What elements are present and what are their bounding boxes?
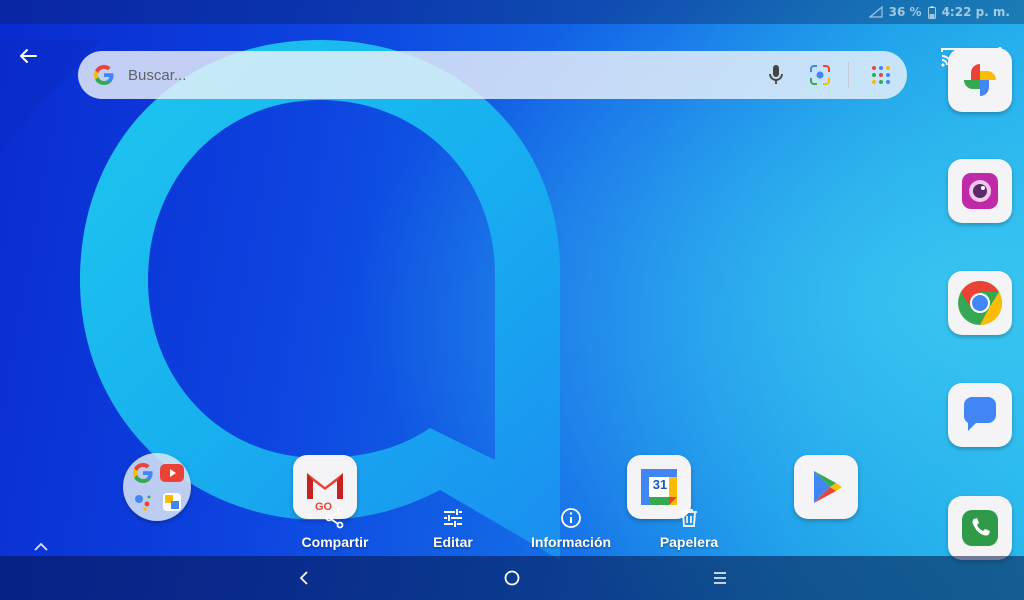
info-button[interactable]: Información <box>531 506 611 550</box>
share-icon <box>325 507 344 529</box>
apps-grid-icon[interactable] <box>869 63 893 87</box>
trash-icon <box>681 509 697 527</box>
app-folder[interactable] <box>123 453 191 521</box>
camera-icon <box>962 173 998 209</box>
trash-button[interactable]: Papelera <box>659 506 719 550</box>
home-circle-icon <box>504 570 520 586</box>
app-play-store[interactable] <box>794 455 858 519</box>
info-label: Información <box>530 534 612 550</box>
messages-icon <box>963 397 996 431</box>
play-store-icon <box>814 471 842 503</box>
folder-google-icon <box>129 459 156 486</box>
nav-recents-button[interactable] <box>708 568 732 588</box>
trash-label: Papelera <box>659 534 719 550</box>
folder-assistant-icon <box>129 488 156 515</box>
chevron-left-icon <box>299 571 308 585</box>
status-bar: 36 % 4:22 p. m. <box>0 0 1024 24</box>
signal-icon <box>868 6 883 18</box>
edit-button[interactable]: Editar <box>433 506 473 550</box>
phone-icon <box>962 510 998 546</box>
info-icon <box>561 508 581 528</box>
recents-icon <box>714 572 726 584</box>
clock: 4:22 p. m. <box>941 5 1010 19</box>
nav-back-button[interactable] <box>292 568 316 588</box>
chevron-up-icon[interactable] <box>32 540 50 554</box>
search-input[interactable] <box>128 55 744 95</box>
folder-youtube-icon <box>158 459 185 486</box>
share-button[interactable]: Compartir <box>301 506 369 550</box>
app-photos[interactable] <box>948 48 1012 112</box>
search-bar[interactable] <box>78 51 907 99</box>
calendar-day: 31 <box>652 477 668 492</box>
chrome-icon <box>958 281 1002 325</box>
share-label: Compartir <box>301 534 369 550</box>
photos-icon <box>964 64 996 96</box>
navigation-bar <box>0 556 1024 600</box>
lens-icon[interactable] <box>808 63 832 87</box>
battery-percent: 36 % <box>888 5 922 19</box>
edit-label: Editar <box>433 534 473 550</box>
app-phone[interactable] <box>948 496 1012 560</box>
google-logo-icon <box>94 65 114 85</box>
battery-icon <box>927 5 936 19</box>
mic-icon[interactable] <box>764 63 788 87</box>
app-camera[interactable] <box>948 159 1012 223</box>
search-divider <box>848 62 849 88</box>
app-messages[interactable] <box>948 383 1012 447</box>
nav-home-button[interactable] <box>500 568 524 588</box>
app-chrome[interactable] <box>948 271 1012 335</box>
tune-icon <box>444 509 462 527</box>
folder-gallery-icon <box>158 488 185 515</box>
arrow-left-icon[interactable] <box>16 44 40 68</box>
